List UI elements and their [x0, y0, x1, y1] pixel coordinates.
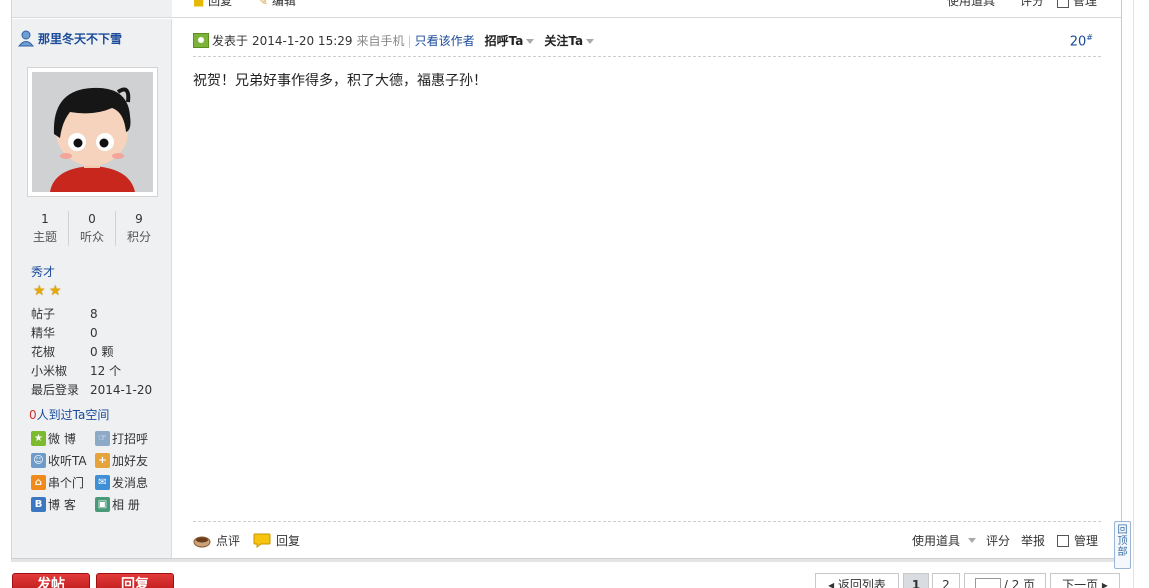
- follow-menu[interactable]: 关注Ta: [544, 32, 595, 49]
- arrow-left-icon: ◂: [828, 578, 835, 588]
- new-post-button[interactable]: 发帖: [12, 573, 90, 588]
- chevron-down-icon: [586, 39, 595, 44]
- prev-use-tool[interactable]: 使用道具: [947, 0, 995, 9]
- weibo-link[interactable]: ★ 微 博: [31, 429, 95, 447]
- prev-reply-link[interactable]: ■ 回复: [193, 0, 232, 9]
- stat-points[interactable]: 9 积分: [116, 211, 162, 246]
- rate-button[interactable]: 评分: [986, 532, 1010, 549]
- post-bottom-separator: [11, 558, 1122, 562]
- author-actions: ★ 微 博 ☞ 打招呼 ☺ 收听TA + 加好友 ⌂ 串个门 ✉ 发消息 B 博…: [31, 429, 166, 513]
- message-icon: ✉: [95, 474, 110, 490]
- author-sidebar: 那里冬天不下雪 1 主题 0 听众 9 积分 秀才 ★ ★ 帖子 8 精华 0 …: [12, 19, 172, 558]
- poke-link[interactable]: ☞ 打招呼: [95, 429, 159, 447]
- stat-threads[interactable]: 1 主题: [22, 211, 69, 246]
- prev-rate[interactable]: 评分: [1020, 0, 1044, 9]
- back-to-top-button[interactable]: 回顶部: [1114, 521, 1131, 569]
- online-user-icon: [17, 30, 35, 47]
- chevron-down-icon: [968, 538, 977, 543]
- album-icon: ▣: [95, 496, 110, 512]
- coffee-cup-icon: [193, 536, 211, 547]
- author-row: 那里冬天不下雪: [17, 29, 122, 47]
- stat-listeners[interactable]: 0 听众: [69, 211, 116, 246]
- info-last-login: 最后登录 2014-1-20: [31, 383, 153, 397]
- post-type-icon: [193, 33, 209, 48]
- avatar-image: [32, 72, 153, 192]
- weibo-icon: ★: [31, 430, 46, 446]
- manage-checkbox[interactable]: 管理: [1057, 532, 1098, 549]
- info-pepper: 花椒 0 颗: [31, 345, 114, 359]
- author-info: 帖子 8 精华 0 花椒 0 颗 小米椒 12 个 最后登录 2014-1-20: [31, 305, 152, 400]
- info-posts: 帖子 8: [31, 307, 98, 321]
- avatar[interactable]: [27, 67, 158, 197]
- speech-bubble-icon: [253, 533, 271, 548]
- greet-menu[interactable]: 招呼Ta: [485, 32, 535, 49]
- divider: |: [407, 33, 412, 48]
- space-visits-link[interactable]: 0人到过Ta空间: [29, 406, 109, 423]
- reply-bottom-button[interactable]: 回复: [96, 573, 174, 588]
- page-number-input[interactable]: [974, 577, 1001, 588]
- prev-post-sidebar-strip: [12, 0, 172, 18]
- report-button[interactable]: 举报: [1021, 532, 1045, 549]
- post-content: 祝贺！兄弟好事作得多，积了大德，福惠子孙！: [193, 73, 487, 89]
- home-icon: ⌂: [31, 474, 46, 490]
- checkbox[interactable]: [1057, 534, 1069, 547]
- page-jump: / 2 页: [964, 573, 1046, 588]
- page-2-button[interactable]: 2: [932, 573, 960, 588]
- author-name[interactable]: 那里冬天不下雪: [38, 30, 122, 47]
- author-stats: 1 主题 0 听众 9 积分: [22, 211, 162, 246]
- comment-button[interactable]: 点评: [193, 532, 240, 549]
- post-meta: 发表于 2014-1-20 15:29 来自手机 | 只看该作者 招呼Ta 关注…: [193, 32, 595, 49]
- floor-number[interactable]: 20#: [1070, 33, 1093, 49]
- post-time: 2014-1-20 15:29: [252, 33, 353, 48]
- info-millet-pepper: 小米椒 12 个: [31, 364, 122, 378]
- send-message-link[interactable]: ✉ 发消息: [95, 473, 159, 491]
- follow-link[interactable]: ☺ 收听TA: [31, 451, 95, 469]
- frame-right-border: [1121, 0, 1122, 560]
- star-icon: ★: [49, 283, 62, 299]
- prev-edit-link[interactable]: ✎ 编辑: [258, 0, 296, 9]
- rank-stars: ★ ★: [33, 284, 63, 298]
- use-tool-menu[interactable]: 使用道具: [912, 532, 977, 549]
- post-header: 发表于 2014-1-20 15:29 来自手机 | 只看该作者 招呼Ta 关注…: [193, 30, 1101, 57]
- add-friend-link[interactable]: + 加好友: [95, 451, 159, 469]
- info-digest: 精华 0: [31, 326, 98, 340]
- post-source: 来自手机: [356, 34, 405, 48]
- blog-icon: B: [31, 496, 46, 512]
- page-1-button[interactable]: 1: [903, 573, 929, 588]
- star-icon: ★: [33, 283, 46, 299]
- back-to-list-button[interactable]: ◂ 返回列表: [815, 573, 899, 588]
- chevron-down-icon: [526, 39, 535, 44]
- add-friend-icon: +: [95, 452, 110, 468]
- scroll-edge: [1133, 0, 1134, 588]
- prev-manage[interactable]: 管理: [1057, 0, 1097, 9]
- reply-button[interactable]: 回复: [253, 532, 300, 549]
- album-link[interactable]: ▣ 相 册: [95, 495, 159, 513]
- poke-icon: ☞: [95, 430, 110, 446]
- prev-post-footer: ■ 回复 ✎ 编辑 使用道具 评分 管理: [172, 0, 1121, 18]
- blog-link[interactable]: B 博 客: [31, 495, 95, 513]
- posted-label: 发表于: [212, 34, 249, 48]
- visit-home-link[interactable]: ⌂ 串个门: [31, 473, 95, 491]
- user-rank[interactable]: 秀才: [31, 263, 55, 280]
- only-author-link[interactable]: 只看该作者: [415, 32, 475, 49]
- follow-icon: ☺: [31, 452, 46, 468]
- post-footer: 点评 回复 使用道具 评分 举报 管理: [193, 521, 1101, 557]
- arrow-right-icon: ▸: [1101, 578, 1108, 588]
- next-page-button[interactable]: 下一页 ▸: [1050, 573, 1120, 588]
